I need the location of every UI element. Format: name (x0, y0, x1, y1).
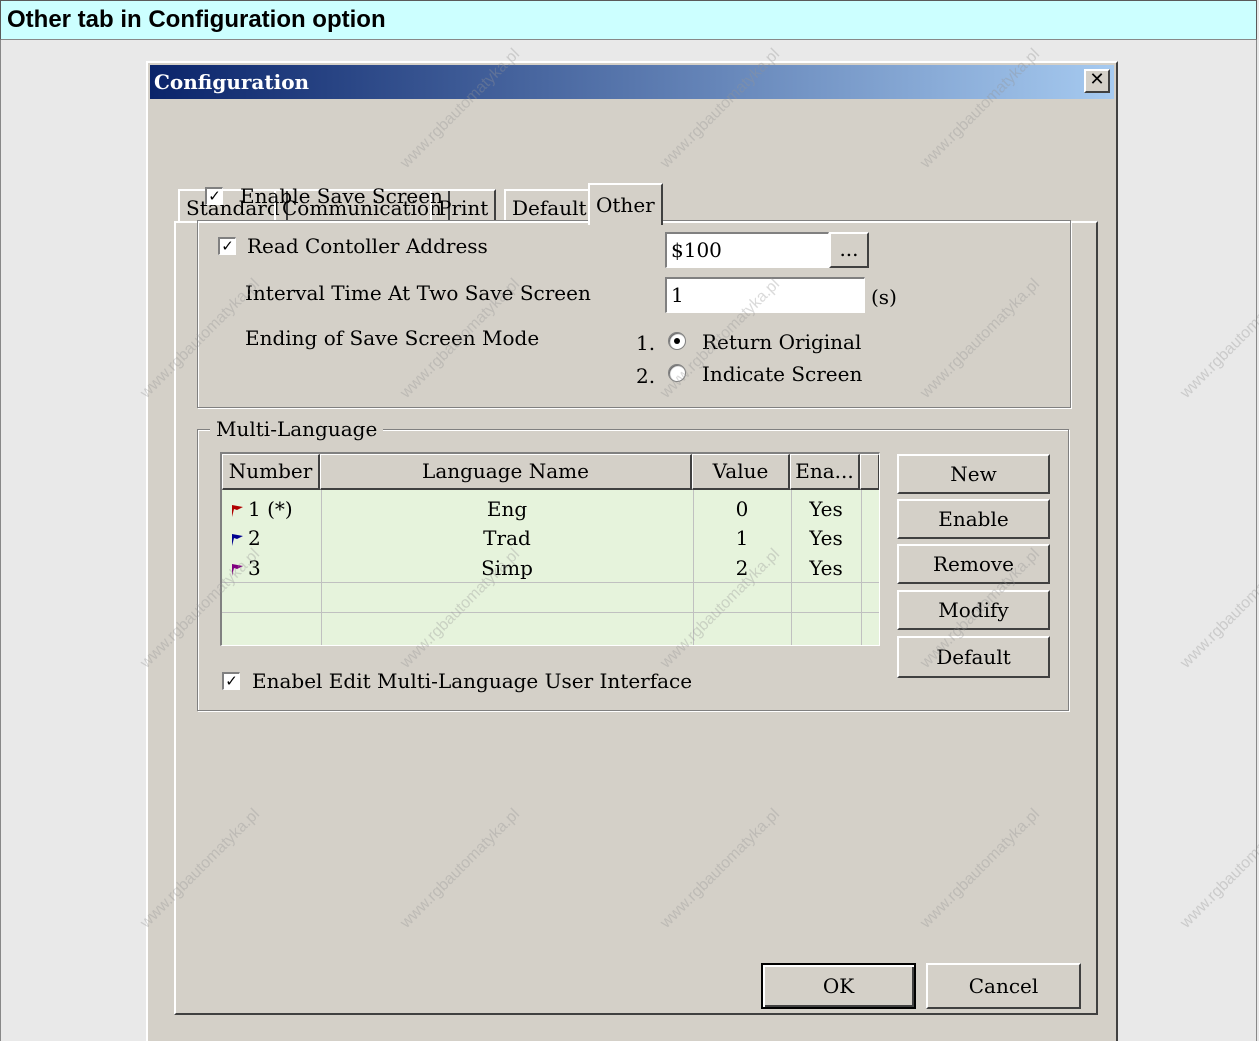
read-controller-checkbox[interactable]: ✓ (218, 237, 236, 255)
column-header-filler (860, 454, 879, 490)
interval-input[interactable]: 1 (665, 277, 865, 313)
column-header-enabled[interactable]: Ena... (790, 454, 860, 490)
tab-other[interactable]: Other (588, 183, 663, 225)
read-controller-label: Read Contoller Address (247, 234, 488, 258)
table-row-1-number[interactable]: 1 (*) (230, 494, 293, 524)
indicate-screen-label: Indicate Screen (702, 362, 863, 386)
default-language-button[interactable]: Default (897, 636, 1050, 678)
flag-icon (232, 504, 243, 517)
indicate-screen-radio[interactable] (668, 364, 686, 382)
edit-multi-language-ui-label: Enabel Edit Multi-Language User Interfac… (252, 669, 693, 693)
row-divider (222, 612, 879, 613)
ending-option-1-number: 1. (636, 331, 656, 355)
close-icon[interactable]: ✕ (1084, 69, 1110, 93)
column-header-language-name[interactable]: Language Name (320, 454, 692, 490)
column-header-value[interactable]: Value (692, 454, 790, 490)
table-row-1-name[interactable]: Eng (322, 494, 692, 524)
enable-language-button[interactable]: Enable (897, 499, 1050, 539)
modify-language-button[interactable]: Modify (897, 590, 1050, 630)
table-row-2-name[interactable]: Trad (322, 523, 692, 553)
flag-icon (232, 563, 243, 576)
table-row-3-name[interactable]: Simp (322, 553, 692, 583)
enable-save-screen-checkbox[interactable]: ✓ (205, 187, 223, 205)
ok-button[interactable]: OK (761, 963, 916, 1009)
dialog-title: Configuration (154, 70, 310, 94)
table-row-1-value[interactable]: 0 (694, 494, 790, 524)
controller-address-input[interactable]: $100 (665, 232, 829, 268)
ending-mode-label: Ending of Save Screen Mode (245, 326, 540, 350)
table-row-3-enabled[interactable]: Yes (792, 553, 860, 583)
language-list[interactable]: Number Language Name Value Ena... 1 (*) … (220, 452, 880, 646)
return-original-label: Return Original (702, 330, 862, 354)
multi-language-group-title: Multi-Language (210, 417, 384, 441)
edit-multi-language-ui-checkbox[interactable]: ✓ (222, 672, 240, 690)
flag-icon (232, 533, 243, 546)
table-row-2-value[interactable]: 1 (694, 523, 790, 553)
dialog-titlebar[interactable]: Configuration (150, 65, 1114, 99)
remove-language-button[interactable]: Remove (897, 544, 1050, 584)
cancel-button[interactable]: Cancel (926, 963, 1081, 1009)
interval-unit: (s) (871, 285, 897, 309)
table-row-2-enabled[interactable]: Yes (792, 523, 860, 553)
column-header-number[interactable]: Number (222, 454, 320, 490)
table-row-3-number[interactable]: 3 (230, 553, 261, 583)
enable-save-screen-label: Enable Save Screen (240, 184, 443, 208)
table-row-3-value[interactable]: 2 (694, 553, 790, 583)
table-row-2-number[interactable]: 2 (230, 523, 261, 553)
tab-default[interactable]: Default (504, 189, 595, 223)
return-original-radio[interactable] (668, 332, 686, 350)
page-heading: Other tab in Configuration option (0, 0, 1257, 40)
table-row-1-enabled[interactable]: Yes (792, 494, 860, 524)
new-language-button[interactable]: New (897, 454, 1050, 494)
interval-label: Interval Time At Two Save Screen (245, 281, 591, 305)
column-divider (861, 490, 862, 645)
browse-address-button[interactable]: ... (829, 232, 869, 268)
ending-option-2-number: 2. (636, 364, 656, 388)
